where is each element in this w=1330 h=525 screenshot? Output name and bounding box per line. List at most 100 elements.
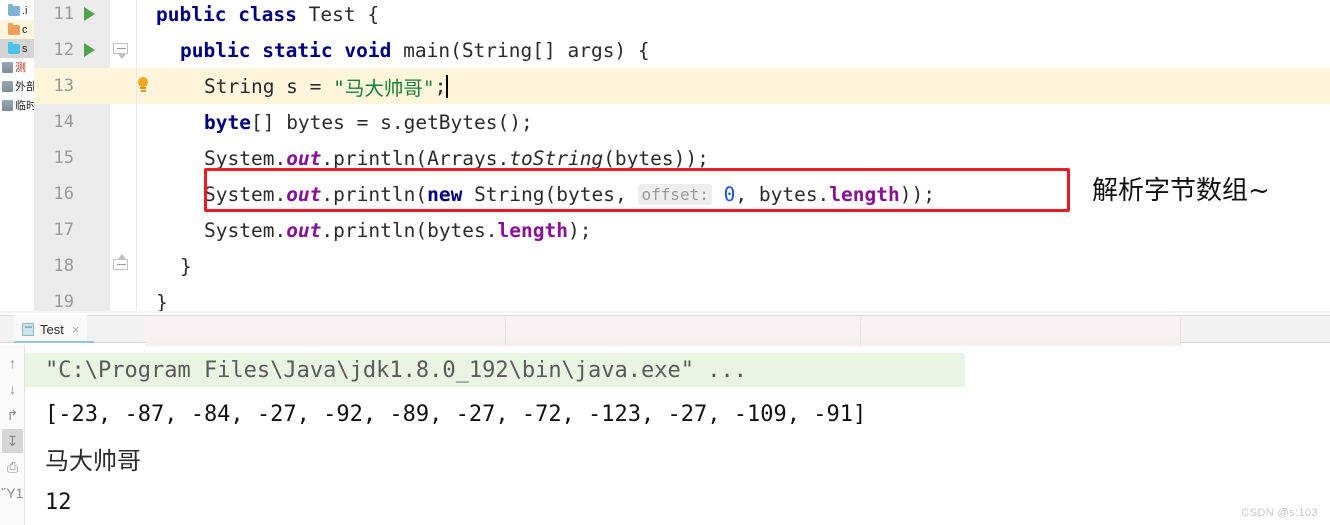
code-token: [] bytes = s.getBytes(); bbox=[250, 110, 533, 134]
parameter-hint: offset: bbox=[638, 183, 712, 205]
fold-marker-icon[interactable] bbox=[113, 254, 130, 274]
project-tree-item-label: .i bbox=[22, 4, 28, 17]
line-number: 12 bbox=[53, 40, 74, 60]
code-token: } bbox=[180, 254, 192, 278]
gutter-edge bbox=[136, 284, 137, 313]
soft-wrap-button[interactable]: ↱ bbox=[2, 403, 23, 427]
gutter-edge bbox=[136, 248, 137, 284]
code-token: )); bbox=[899, 182, 935, 206]
console-output-line: 马大帅哥 bbox=[45, 446, 141, 475]
project-tree-item[interactable]: s bbox=[0, 39, 34, 58]
line-number: 11 bbox=[53, 4, 74, 24]
tab-bar-divider bbox=[1180, 318, 1181, 346]
clear-all-button[interactable]: Ὕ1 bbox=[2, 481, 24, 505]
intention-bulb-icon[interactable] bbox=[134, 76, 152, 96]
gutter-line[interactable]: 17 bbox=[34, 212, 110, 248]
console-tab-label: Test bbox=[40, 321, 64, 337]
code-token: "马大帅哥" bbox=[333, 76, 435, 100]
code-line[interactable]: public class Test { bbox=[136, 0, 1330, 32]
code-line[interactable]: } bbox=[136, 248, 1330, 284]
project-tree-item[interactable]: 测 bbox=[0, 58, 34, 77]
project-tree-item[interactable]: 临时 bbox=[0, 96, 34, 115]
project-tree-item-label: s bbox=[22, 42, 28, 55]
console-tab-test[interactable]: Test × bbox=[14, 315, 88, 343]
project-tree-item-label: 外部 bbox=[15, 80, 34, 93]
gutter-line[interactable]: 13 bbox=[34, 68, 110, 104]
project-tree-item-label: 临时 bbox=[15, 99, 34, 112]
gutter-line[interactable]: 11 bbox=[34, 0, 110, 32]
fold-strip[interactable] bbox=[110, 0, 136, 313]
console-output[interactable]: "C:\Program Files\Java\jdk1.8.0_192\bin\… bbox=[25, 345, 1330, 525]
code-editor: .i c s 测外部临时 11 12 13 14 15 16 17 18 19 public clas… bbox=[0, 0, 1330, 313]
gutter-line[interactable]: 19 bbox=[34, 284, 110, 313]
tab-bar-shade bbox=[145, 318, 1180, 346]
code-token: (bytes)); bbox=[603, 146, 709, 170]
close-icon[interactable]: × bbox=[72, 322, 80, 337]
gutter-line[interactable]: 12 bbox=[34, 32, 110, 68]
code-token: System. bbox=[204, 182, 287, 206]
code-line[interactable]: public static void main(String[] args) { bbox=[136, 32, 1330, 68]
gutter-line[interactable]: 18 bbox=[34, 248, 110, 284]
ide-screenshot: .i c s 测外部临时 11 12 13 14 15 16 17 18 19 public clas… bbox=[0, 0, 1330, 525]
gutter-edge bbox=[136, 212, 137, 248]
code-token: String s = bbox=[204, 74, 334, 98]
code-lines[interactable]: public class Test {public static void ma… bbox=[136, 0, 1330, 313]
code-token: ); bbox=[567, 218, 592, 242]
fold-marker-tip bbox=[118, 54, 126, 59]
code-token: toString bbox=[509, 146, 604, 170]
fold-marker-icon[interactable] bbox=[113, 43, 130, 59]
project-tree-item-label: 测 bbox=[15, 61, 26, 74]
code-token: new bbox=[427, 182, 463, 206]
code-token: System. bbox=[204, 218, 287, 242]
print-button[interactable]: ⎙ bbox=[2, 455, 23, 479]
bulb-part bbox=[138, 77, 148, 87]
gutter-line[interactable]: 16 bbox=[34, 176, 110, 212]
code-token: out bbox=[286, 218, 322, 242]
code-token: public bbox=[156, 2, 227, 26]
project-tree-sliver[interactable]: .i c s 测外部临时 bbox=[0, 0, 34, 313]
tab-bar-divider bbox=[860, 318, 861, 346]
project-tree-item[interactable]: .i bbox=[0, 1, 34, 20]
line-number: 17 bbox=[53, 220, 74, 240]
gutter-line[interactable]: 15 bbox=[34, 140, 110, 176]
gutter-line[interactable]: 14 bbox=[34, 104, 110, 140]
code-line[interactable]: byte[] bytes = s.getBytes(); bbox=[136, 104, 1330, 140]
project-tree-item[interactable]: 外部 bbox=[0, 77, 34, 96]
project-tree-item[interactable]: c bbox=[0, 20, 34, 39]
code-token: 0 bbox=[723, 182, 736, 206]
run-config-icon bbox=[22, 322, 34, 336]
bulb-part bbox=[140, 87, 146, 89]
code-token: System. bbox=[204, 146, 287, 170]
run-console-panel: Test × ↑ ↓ ↱ ↧ ⎙ Ὕ1 "C:\Program Files\Java\jd… bbox=[0, 313, 1330, 525]
soft-wrap-icon: ↱ bbox=[6, 407, 19, 423]
run-arrow-icon[interactable] bbox=[84, 7, 95, 21]
gutter-edge bbox=[136, 176, 137, 212]
line-number: 19 bbox=[53, 292, 74, 312]
editor-gutter[interactable]: 11 12 13 14 15 16 17 18 19 bbox=[34, 0, 110, 313]
code-token: class bbox=[238, 2, 297, 26]
code-token: void bbox=[344, 38, 392, 62]
gutter-edge bbox=[136, 104, 137, 140]
code-token: length bbox=[497, 218, 568, 242]
library-icon bbox=[2, 81, 13, 92]
console-output-line: "C:\Program Files\Java\jdk1.8.0_192\bin\… bbox=[25, 353, 965, 387]
annotation-text: 解析字节数组~ bbox=[1092, 175, 1270, 206]
line-number: 13 bbox=[53, 76, 74, 96]
line-number: 15 bbox=[53, 148, 74, 168]
scroll-up-icon: ↑ bbox=[9, 355, 16, 371]
console-output-line: 12 bbox=[45, 489, 72, 515]
code-token: static bbox=[262, 38, 333, 62]
code-line[interactable]: } bbox=[136, 284, 1330, 313]
gutter-edge bbox=[136, 0, 137, 32]
scroll-up-button[interactable]: ↑ bbox=[2, 351, 23, 375]
code-line[interactable]: String s = "马大帅哥"; bbox=[136, 68, 1330, 104]
scroll-to-end-button[interactable]: ↧ bbox=[2, 429, 23, 453]
code-token: ; bbox=[434, 74, 447, 98]
code-token: out bbox=[286, 182, 322, 206]
run-arrow-icon[interactable] bbox=[84, 43, 95, 57]
scroll-down-button[interactable]: ↓ bbox=[2, 377, 23, 401]
code-line[interactable]: System. out .println(bytes. length); bbox=[136, 212, 1330, 248]
